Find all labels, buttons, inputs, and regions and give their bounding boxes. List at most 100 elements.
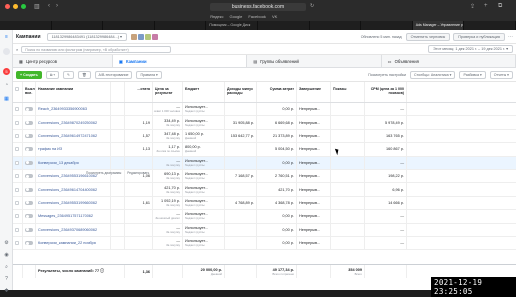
row-checkbox[interactable] — [15, 214, 19, 219]
breakdown-button[interactable]: Разбивка ▾ — [459, 70, 486, 79]
campaign-toggle[interactable] — [25, 120, 33, 125]
campaign-name-link[interactable]: Conversions_23649614972471062 — [36, 129, 111, 143]
campaign-toggle[interactable] — [25, 227, 33, 232]
row-checkbox[interactable] — [15, 160, 19, 165]
column-header-delivery[interactable] — [111, 82, 125, 102]
budget-cell[interactable]: Использует... бюджет группы — [183, 116, 225, 129]
campaign-name-link[interactable]: Conversions_23649553199660062 — [36, 196, 111, 210]
tab-ad-sets[interactable]: ▤ Группы объявлений — [247, 55, 382, 67]
campaign-toggle[interactable] — [25, 107, 33, 112]
minimize-window-button[interactable] — [13, 4, 18, 9]
account-avatar[interactable] — [3, 48, 10, 55]
campaign-toggle[interactable] — [25, 174, 33, 179]
search-icon[interactable]: ⌕ — [3, 264, 10, 271]
review-publish-button[interactable]: Проверка и публикация — [453, 32, 505, 41]
forward-icon[interactable]: › — [56, 3, 58, 9]
notifications-icon[interactable]: 5 — [3, 68, 10, 75]
more-icon[interactable]: ⋯ — [508, 34, 513, 40]
budget-cell[interactable]: Использует... бюджет группы — [183, 236, 225, 250]
row-checkbox[interactable] — [15, 227, 19, 232]
campaign-name-link[interactable]: трафик на ИЗ — [36, 143, 111, 156]
campaign-toggle[interactable] — [25, 241, 33, 246]
discard-draft-button[interactable]: Отменить черновик — [405, 32, 451, 41]
budget-cell[interactable]: Использует... бюджет группы — [183, 156, 225, 169]
row-checkbox[interactable] — [15, 174, 19, 179]
reload-icon[interactable]: ↻ — [310, 3, 314, 9]
ab-test-button[interactable]: A/B-тестирование — [94, 70, 133, 79]
campaign-name-link[interactable]: Conversions_23649870249250062 — [36, 116, 111, 129]
row-checkbox[interactable] — [15, 120, 19, 125]
campaign-name-link[interactable]: Messages_23649517571170062 — [36, 210, 111, 223]
budget-cell[interactable]: Использует... бюджет группы — [183, 210, 225, 223]
create-button[interactable]: + Создать — [16, 70, 42, 79]
campaign-name-link[interactable]: Reach_23649933356900063 — [36, 103, 111, 116]
columns-button[interactable]: Столбцы: Аналитика ▾ — [409, 70, 456, 79]
rules-button[interactable]: Правила ▾ — [136, 70, 162, 79]
row-checkbox[interactable] — [15, 147, 19, 152]
campaign-name-link[interactable]: Conversions_23649614704400062 — [36, 183, 111, 196]
budget-cell[interactable]: Использует... бюджет группы — [183, 183, 225, 196]
browser-tab[interactable]: Помощник – Google Диск — [206, 21, 258, 30]
browser-tab[interactable] — [52, 21, 104, 30]
column-header[interactable]: Название кампании — [36, 82, 111, 102]
select-all-checkbox[interactable] — [15, 87, 19, 91]
campaigns-grid-icon[interactable]: ▦ — [3, 96, 10, 103]
row-checkbox[interactable] — [15, 200, 19, 205]
campaign-toggle[interactable] — [25, 187, 33, 192]
budget-cell[interactable]: Использует... бюджет группы — [183, 196, 225, 210]
table-row[interactable]: Conversions_23649614704400062 421,70 р. За… — [13, 183, 516, 197]
browser-tab[interactable] — [361, 21, 413, 30]
bell-icon[interactable]: ◉ — [3, 252, 10, 259]
column-header[interactable]: Показы — [331, 82, 365, 102]
tab-campaigns[interactable]: ▣ Кампании — [113, 55, 248, 67]
search-input[interactable]: Поиск по названию или фильтрам (например… — [21, 45, 172, 53]
row-checkbox[interactable] — [15, 107, 19, 112]
resource-center-tab[interactable]: ▦ Центр ресурсов — [13, 55, 113, 67]
date-range-picker[interactable]: Этот месяц: 1 дек 2021 г. – 19 дек 2021 … — [428, 45, 513, 53]
column-header[interactable]: Сумма затрат — [257, 82, 297, 102]
browser-tab[interactable] — [0, 21, 52, 30]
table-row[interactable]: Reach_23649933356900063—За охват 1 000 ч… — [13, 103, 516, 117]
reports-button[interactable]: Отчеты ▾ — [489, 70, 513, 79]
help-icon[interactable]: ? — [3, 276, 10, 283]
browser-tab[interactable] — [155, 21, 207, 30]
menu-icon[interactable]: ≡ — [3, 34, 10, 41]
budget-cell[interactable]: Использует... бюджет группы — [183, 103, 225, 116]
budget-cell[interactable]: Использует... бюджет группы — [183, 223, 225, 236]
browser-tab[interactable] — [310, 21, 362, 30]
new-tab-icon[interactable]: + — [484, 3, 488, 9]
budget-cell[interactable]: Использует... бюджет группы — [183, 169, 225, 183]
row-checkbox[interactable] — [15, 187, 19, 192]
edit-icon[interactable]: ✎ — [62, 70, 74, 79]
column-header[interactable]: Выкл./вкл. — [23, 82, 36, 102]
sidebar-toggle-icon[interactable]: ▥ — [34, 3, 40, 10]
row-checkbox[interactable] — [15, 241, 19, 246]
bug-icon[interactable]: ✱ — [3, 288, 10, 295]
column-header[interactable]: CPM (цена за 1 000 показов) — [365, 82, 407, 102]
table-row[interactable]: Конверсии_13 декабря — За покупку Используе… — [13, 156, 516, 170]
show-settings-link[interactable]: Посмотреть настройки — [368, 73, 406, 77]
table-row[interactable]: трафик на ИЗ 1,13 1,17 р. За клик по ссылке… — [13, 143, 516, 157]
campaign-name-link[interactable]: Conversions_23649370689060062 — [36, 223, 111, 236]
campaign-toggle[interactable] — [25, 133, 33, 138]
campaign-name-link[interactable]: Конверсии_13 декабря — [36, 156, 111, 169]
bookmark-yandex[interactable]: Яндекс — [210, 14, 223, 19]
table-row[interactable]: Conversions_23649553199660062 1,61 1 092,1… — [13, 196, 516, 211]
column-header[interactable]: Бюджет — [183, 82, 225, 102]
close-window-button[interactable] — [5, 4, 10, 9]
zoom-window-button[interactable] — [21, 4, 26, 9]
bookmark-google[interactable]: Google — [229, 14, 242, 19]
campaign-toggle[interactable] — [25, 200, 33, 205]
column-header[interactable]: Цена за результат — [153, 82, 183, 102]
share-icon[interactable]: ⇪ — [470, 3, 475, 10]
address-bar[interactable]: business.facebook.com — [210, 3, 306, 11]
tab-overview-icon[interactable]: ⧉ — [498, 3, 502, 10]
browser-tab[interactable] — [103, 21, 155, 30]
column-header[interactable]: ...отата — [125, 82, 153, 102]
column-header[interactable]: Доходы минус расходы — [225, 82, 257, 102]
campaign-toggle[interactable] — [25, 147, 33, 152]
view-charts-link[interactable]: Посмотреть диаграммы — [86, 171, 121, 175]
dashboard-icon[interactable]: ◔ — [3, 82, 10, 89]
account-selector[interactable]: 1181329986483491 (1181329986484...) ▾ — [46, 32, 127, 41]
back-icon[interactable]: ‹ — [48, 3, 50, 9]
